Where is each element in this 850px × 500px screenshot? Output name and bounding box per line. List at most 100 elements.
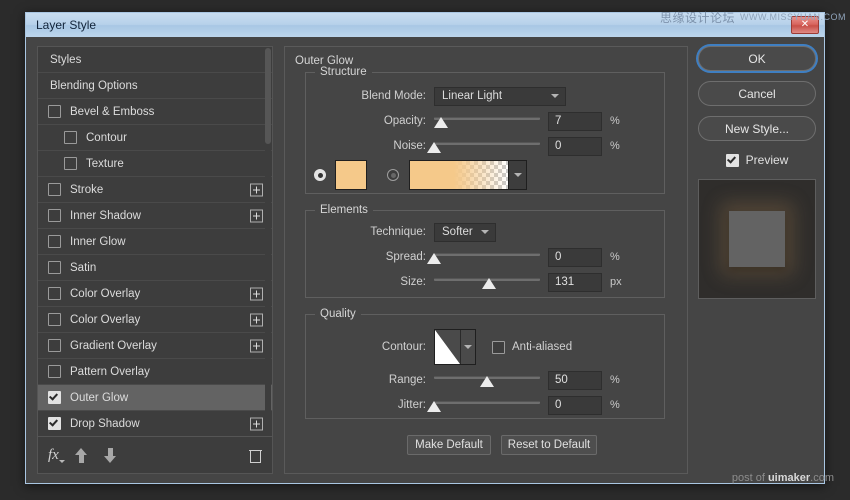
jitter-input[interactable]: 0: [548, 396, 602, 415]
styles-toolbar: fx: [38, 436, 272, 473]
style-list-item[interactable]: Drop Shadow: [38, 411, 272, 436]
style-list-item[interactable]: Texture: [38, 151, 272, 177]
style-item-checkbox[interactable]: [48, 313, 61, 326]
style-list-item[interactable]: Pattern Overlay: [38, 359, 272, 385]
noise-unit: %: [610, 140, 620, 152]
style-list-item[interactable]: Contour: [38, 125, 272, 151]
range-label: Range:: [306, 374, 426, 386]
style-item-checkbox[interactable]: [48, 235, 61, 248]
add-effect-button[interactable]: [250, 287, 263, 300]
style-list-item[interactable]: Stroke: [38, 177, 272, 203]
gradient-chevron-down-icon[interactable]: [508, 161, 526, 189]
elements-title: Elements: [315, 204, 373, 216]
range-slider-thumb[interactable]: [480, 376, 494, 387]
range-slider[interactable]: [434, 372, 540, 388]
range-input[interactable]: 50: [548, 371, 602, 390]
style-item-checkbox[interactable]: [48, 365, 61, 378]
style-item-checkbox[interactable]: [64, 131, 77, 144]
style-item-label: Drop Shadow: [70, 418, 140, 430]
anti-aliased-box[interactable]: [492, 341, 505, 354]
style-list-item[interactable]: Color Overlay: [38, 307, 272, 333]
style-item-checkbox[interactable]: [48, 105, 61, 118]
style-list-item[interactable]: Color Overlay: [38, 281, 272, 307]
styles-scrollbar[interactable]: [265, 48, 271, 435]
preview-checkbox[interactable]: Preview: [698, 151, 816, 169]
spread-slider[interactable]: [434, 249, 540, 265]
anti-aliased-checkbox[interactable]: Anti-aliased: [492, 341, 572, 354]
new-style-button[interactable]: New Style...: [698, 116, 816, 141]
preview-checkbox-box[interactable]: [726, 154, 739, 167]
technique-label: Technique:: [306, 226, 426, 238]
style-item-checkbox[interactable]: [48, 417, 61, 430]
range-row: Range: 50 %: [306, 371, 664, 389]
glow-color-swatch[interactable]: [335, 160, 367, 190]
noise-input[interactable]: 0: [548, 137, 602, 156]
chevron-down-icon: [481, 230, 489, 234]
arrow-down-icon[interactable]: [104, 448, 117, 463]
jitter-slider-track: [434, 401, 540, 404]
style-list-item[interactable]: Inner Shadow: [38, 203, 272, 229]
style-item-checkbox[interactable]: [48, 183, 61, 196]
jitter-label: Jitter:: [306, 399, 426, 411]
preview-label: Preview: [746, 153, 789, 167]
reset-to-default-button[interactable]: Reset to Default: [501, 435, 597, 455]
style-item-label: Bevel & Emboss: [70, 106, 154, 118]
jitter-slider[interactable]: [434, 397, 540, 413]
technique-select[interactable]: Softer: [434, 223, 496, 242]
style-item-checkbox[interactable]: [48, 261, 61, 274]
add-effect-button[interactable]: [250, 183, 263, 196]
size-slider-thumb[interactable]: [482, 278, 496, 289]
style-list-item[interactable]: Inner Glow: [38, 229, 272, 255]
style-list-item[interactable]: Outer Glow: [38, 385, 272, 411]
spread-slider-thumb[interactable]: [427, 253, 441, 264]
style-list-item[interactable]: Styles: [38, 47, 272, 73]
preview-thumbnail: [698, 179, 816, 299]
trash-icon[interactable]: [249, 448, 262, 463]
style-list-item[interactable]: Bevel & Emboss: [38, 99, 272, 125]
cancel-button[interactable]: Cancel: [698, 81, 816, 106]
style-list-item[interactable]: Gradient Overlay: [38, 333, 272, 359]
style-item-label: Pattern Overlay: [70, 366, 150, 378]
noise-slider-thumb[interactable]: [427, 142, 441, 153]
ok-button[interactable]: OK: [698, 46, 816, 71]
fx-icon[interactable]: fx: [48, 447, 59, 464]
style-item-checkbox[interactable]: [48, 287, 61, 300]
size-input[interactable]: 131: [548, 273, 602, 292]
elements-group: Elements Technique: Softer Spread: 0: [305, 210, 665, 298]
styles-scrollbar-thumb[interactable]: [265, 48, 271, 144]
fill-color-radio[interactable]: [314, 169, 326, 181]
add-effect-button[interactable]: [250, 209, 263, 222]
style-list-item[interactable]: Blending Options: [38, 73, 272, 99]
styles-list[interactable]: StylesBlending Options Bevel & Emboss Cont…: [38, 47, 272, 436]
style-item-checkbox[interactable]: [64, 157, 77, 170]
size-slider[interactable]: [434, 274, 540, 290]
effect-settings-panel: Outer Glow Structure Blend Mode: Linear …: [284, 46, 688, 474]
spread-slider-track: [434, 253, 540, 256]
arrow-up-icon[interactable]: [75, 448, 88, 463]
spread-input[interactable]: 0: [548, 248, 602, 267]
style-item-checkbox[interactable]: [48, 339, 61, 352]
jitter-slider-thumb[interactable]: [427, 401, 441, 412]
make-default-button[interactable]: Make Default: [407, 435, 491, 455]
watermark-bottom-brand: uimaker: [768, 472, 810, 484]
add-effect-button[interactable]: [250, 313, 263, 326]
style-item-checkbox[interactable]: [48, 391, 61, 404]
dialog-title: Layer Style: [36, 18, 96, 32]
opacity-input[interactable]: 7: [548, 112, 602, 131]
add-effect-button[interactable]: [250, 417, 263, 430]
fill-gradient-radio[interactable]: [387, 169, 399, 181]
opacity-label: Opacity:: [306, 115, 426, 127]
chevron-down-icon: [514, 173, 522, 177]
style-item-checkbox[interactable]: [48, 209, 61, 222]
style-list-item[interactable]: Satin: [38, 255, 272, 281]
contour-picker[interactable]: [434, 329, 476, 365]
noise-slider[interactable]: [434, 138, 540, 154]
blend-mode-select[interactable]: Linear Light: [434, 87, 566, 106]
opacity-slider[interactable]: [434, 113, 540, 129]
glow-gradient-picker[interactable]: [409, 160, 527, 190]
add-effect-button[interactable]: [250, 339, 263, 352]
spread-label: Spread:: [306, 251, 426, 263]
default-buttons: Make Default Reset to Default: [407, 435, 597, 455]
opacity-slider-thumb[interactable]: [434, 117, 448, 128]
contour-chevron-down-icon[interactable]: [460, 330, 475, 364]
